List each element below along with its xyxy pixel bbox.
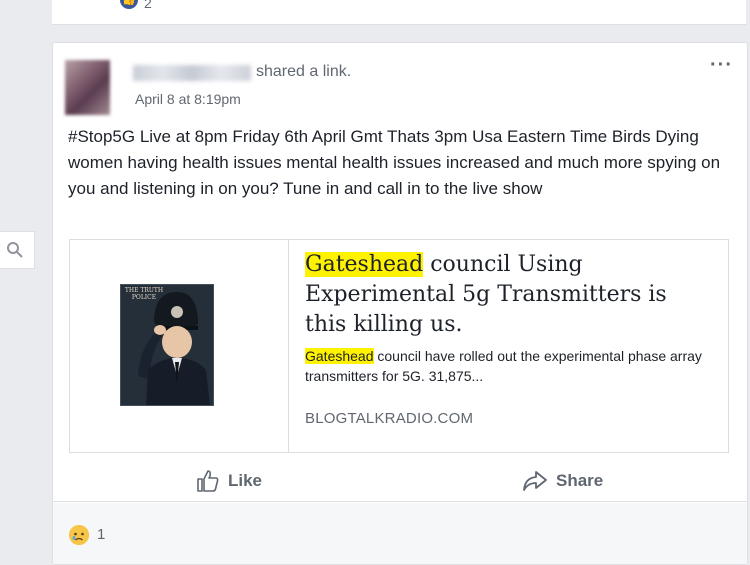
post-actions: Like Share (53, 461, 747, 502)
link-domain: BLOGTALKRADIO.COM (305, 410, 474, 427)
more-options-icon[interactable]: ··· (710, 55, 733, 75)
avatar[interactable] (65, 60, 110, 115)
reaction-summary[interactable]: 1 (53, 503, 747, 564)
share-arrow-icon (523, 471, 547, 491)
author-name-redacted[interactable] (133, 65, 251, 81)
previous-reaction-count[interactable]: 2 (144, 0, 152, 11)
police-poster-image: THE TRUTH POLICE (120, 284, 214, 406)
sad-reaction-icon (69, 525, 89, 545)
like-label: Like (228, 471, 263, 490)
share-button[interactable]: Share (522, 461, 603, 501)
previous-post-footer: 👍 2 (52, 0, 746, 25)
like-button[interactable]: Like (196, 461, 262, 501)
link-description: Gateshead council have rolled out the ex… (305, 346, 715, 386)
thumbs-up-icon (197, 470, 219, 492)
link-title[interactable]: Gateshead council Using Experimental 5g … (305, 250, 715, 340)
search-button[interactable] (0, 231, 35, 269)
post-timestamp[interactable]: April 8 at 8:19pm (135, 91, 241, 107)
reaction-count: 1 (97, 526, 106, 543)
link-preview[interactable]: THE TRUTH POLICE Gateshead council Using… (69, 239, 729, 453)
search-icon (7, 242, 23, 258)
like-reaction-icon: 👍 (120, 0, 138, 9)
share-label: Share (556, 471, 604, 490)
post-card: shared a link. April 8 at 8:19pm ··· #St… (52, 42, 748, 565)
link-thumbnail[interactable]: THE TRUTH POLICE (70, 240, 289, 452)
link-info[interactable]: Gateshead council Using Experimental 5g … (305, 250, 715, 427)
poster-caption: THE TRUTH POLICE (124, 287, 164, 301)
post-body: #Stop5G Live at 8pm Friday 6th April Gmt… (68, 127, 721, 198)
post-action-text: shared a link. (256, 63, 352, 80)
link-title-highlight: Gateshead (305, 252, 424, 277)
link-desc-highlight: Gateshead (305, 348, 374, 364)
